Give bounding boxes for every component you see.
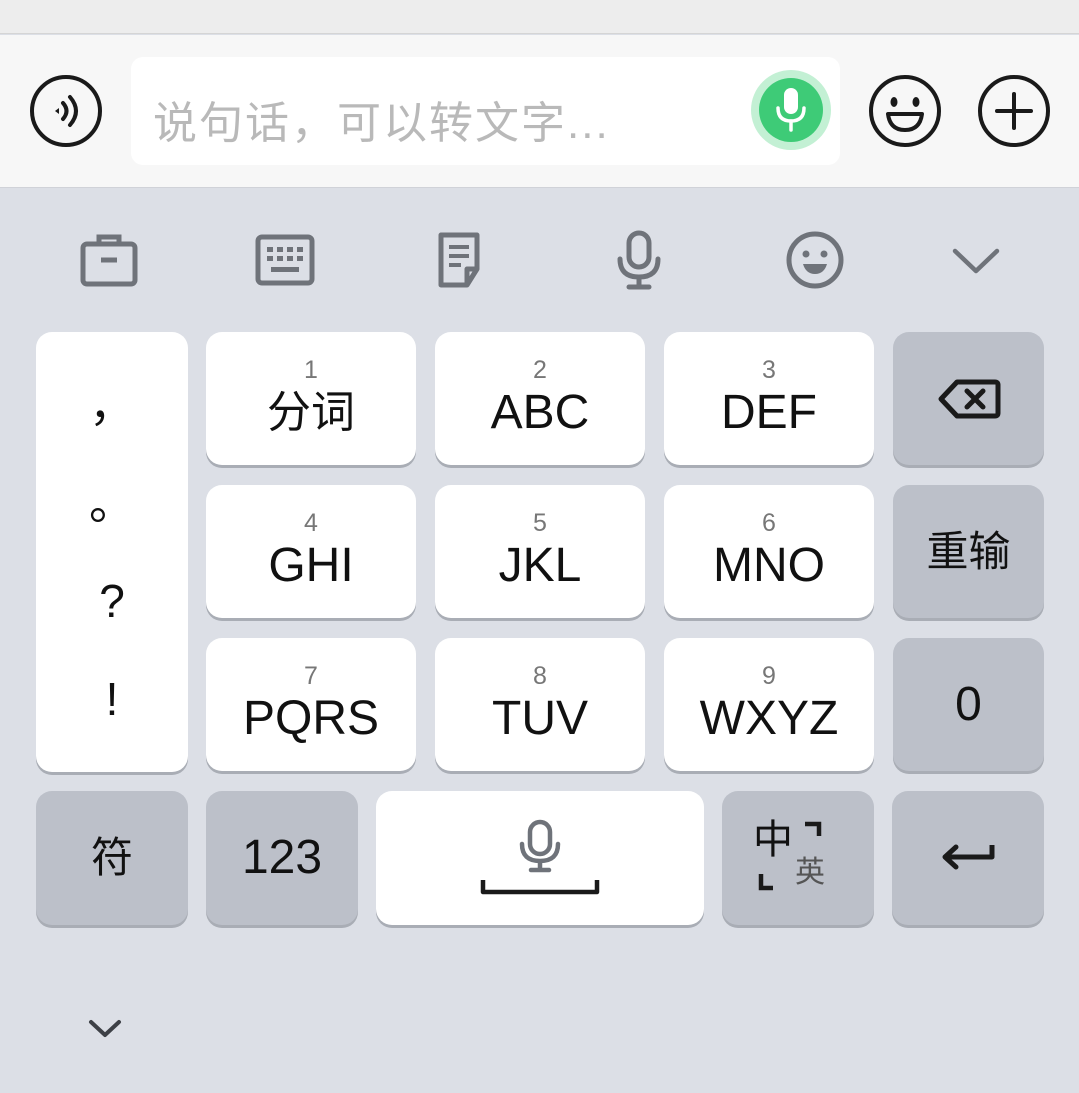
symbols-key[interactable]: 符 bbox=[36, 791, 188, 925]
backspace-key[interactable] bbox=[893, 332, 1044, 465]
key-number: 7 bbox=[304, 661, 318, 690]
backspace-icon bbox=[938, 379, 1000, 418]
voice-keyboard-button[interactable] bbox=[604, 225, 674, 295]
space-mic-icon bbox=[480, 819, 600, 895]
punct-key-period[interactable]: 。 bbox=[89, 478, 135, 528]
numbers-label: 123 bbox=[241, 831, 323, 884]
key-label: JKL bbox=[498, 538, 582, 592]
key-label: 分词 bbox=[267, 387, 355, 437]
smiley-icon bbox=[869, 75, 941, 147]
key-label: PQRS bbox=[242, 691, 380, 745]
numbers-key[interactable]: 123 bbox=[206, 791, 358, 925]
key-1[interactable]: 1 分词 bbox=[206, 332, 416, 465]
smiley-icon bbox=[786, 231, 844, 289]
chevron-down-icon bbox=[89, 1020, 121, 1037]
key-8[interactable]: 8 TUV bbox=[435, 638, 645, 771]
key-3[interactable]: 3 DEF bbox=[664, 332, 874, 465]
zero-key[interactable]: 0 bbox=[893, 638, 1044, 771]
key-2[interactable]: 2 ABC bbox=[435, 332, 645, 465]
status-strip bbox=[0, 0, 1079, 34]
key-label: MNO bbox=[713, 538, 825, 592]
key-4[interactable]: 4 GHI bbox=[206, 485, 416, 618]
key-number: 8 bbox=[533, 661, 547, 690]
collapse-keyboard-button[interactable] bbox=[82, 1010, 128, 1046]
language-switch-key[interactable]: 中 英 bbox=[722, 791, 874, 925]
hide-keyboard-button[interactable] bbox=[941, 225, 1011, 295]
toolbox-button[interactable] bbox=[74, 225, 144, 295]
microphone-icon bbox=[617, 230, 661, 290]
key-number: 4 bbox=[304, 508, 318, 537]
punct-key-comma[interactable]: ， bbox=[89, 380, 135, 430]
clipboard-button[interactable] bbox=[427, 225, 497, 295]
voice-input-button[interactable] bbox=[759, 78, 823, 142]
voice-wave-icon bbox=[30, 75, 102, 147]
language-switch-glyph: 中 英 bbox=[753, 818, 843, 898]
enter-icon bbox=[942, 844, 995, 870]
voice-toggle-button[interactable] bbox=[29, 74, 103, 148]
message-input[interactable]: 说句话，可以转文字... bbox=[131, 57, 840, 165]
message-input-placeholder: 说句话，可以转文字... bbox=[153, 99, 610, 148]
more-actions-button[interactable] bbox=[977, 74, 1051, 148]
microphone-icon bbox=[776, 88, 806, 132]
key-7[interactable]: 7 PQRS bbox=[206, 638, 416, 771]
key-label: TUV bbox=[492, 691, 588, 745]
retype-key[interactable]: 重输 bbox=[893, 485, 1044, 618]
key-label: DEF bbox=[721, 385, 817, 439]
punct-key-question[interactable]: ? bbox=[99, 576, 125, 626]
space-key[interactable] bbox=[376, 791, 704, 925]
toolbox-icon bbox=[80, 234, 138, 287]
key-label: ABC bbox=[490, 385, 590, 439]
keyboard-icon bbox=[255, 234, 315, 286]
punctuation-column: ， 。 ? ! bbox=[36, 332, 188, 772]
key-number: 5 bbox=[533, 508, 547, 537]
plus-icon bbox=[978, 75, 1050, 147]
key-number: 6 bbox=[762, 508, 776, 537]
key-number: 3 bbox=[762, 355, 776, 384]
key-label: GHI bbox=[268, 538, 354, 592]
key-number: 2 bbox=[533, 355, 547, 384]
symbols-label: 符 bbox=[90, 834, 133, 881]
key-label: WXYZ bbox=[699, 691, 839, 745]
key-6[interactable]: 6 MNO bbox=[664, 485, 874, 618]
keyboard-switch-button[interactable] bbox=[250, 225, 320, 295]
enter-key[interactable] bbox=[892, 791, 1044, 925]
zero-label: 0 bbox=[955, 677, 982, 731]
chevron-down-icon bbox=[952, 248, 1000, 274]
clipboard-icon bbox=[438, 232, 480, 288]
key-9[interactable]: 9 WXYZ bbox=[664, 638, 874, 771]
bracket-icon bbox=[758, 821, 822, 891]
key-number: 1 bbox=[304, 355, 318, 384]
key-5[interactable]: 5 JKL bbox=[435, 485, 645, 618]
retype-label: 重输 bbox=[926, 527, 1011, 575]
key-number: 9 bbox=[762, 661, 776, 690]
emoji-keyboard-button[interactable] bbox=[780, 225, 850, 295]
punct-key-exclaim[interactable]: ! bbox=[106, 674, 119, 724]
emoji-button[interactable] bbox=[868, 74, 942, 148]
